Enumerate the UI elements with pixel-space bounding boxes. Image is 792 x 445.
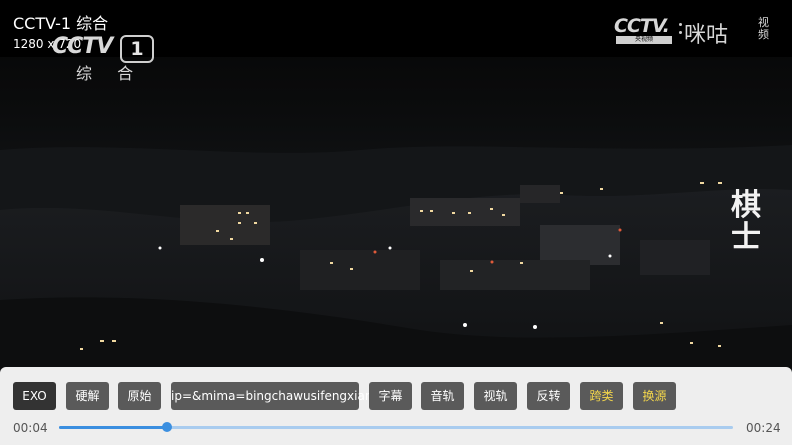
seek-bar-thumb[interactable] — [162, 422, 172, 432]
source-params-button[interactable]: ip=&mima=bingchawusifengxian — [171, 382, 372, 410]
cctv-tagline: 央视频 — [616, 36, 672, 44]
cctv1-station-logo: CCTV 1 综 合 — [50, 33, 156, 83]
decoder-exo-button[interactable]: EXO — [13, 382, 56, 410]
cross-category-button[interactable]: 跨类 — [580, 382, 623, 410]
channel-number-badge: 1 — [120, 35, 154, 63]
migu-suffix-text: 视频 — [758, 16, 769, 41]
subtitle-button[interactable]: 字幕 — [369, 382, 412, 410]
flip-button[interactable]: 反转 — [527, 382, 570, 410]
channel-name-logo: 综 合 — [76, 64, 144, 83]
aspect-original-button[interactable]: 原始 — [118, 382, 161, 410]
channel-title: CCTV-1 综合 — [13, 14, 109, 33]
migu-brand-text: 咪咕 — [684, 23, 729, 48]
video-track-button[interactable]: 视轨 — [474, 382, 517, 410]
elapsed-time: 00:04 — [13, 421, 48, 435]
player-control-panel: EXO 硬解 原始 ip=&mima=bingchawusifengxian 字… — [0, 367, 792, 445]
show-title-calligraphy: 棋士 — [731, 188, 761, 255]
cctv-migu-logo: CCTV. 央视频 咪咕 视频 — [612, 15, 782, 48]
seek-bar-progress — [59, 426, 167, 429]
cctv-logo-text: CCTV — [52, 34, 113, 59]
switch-source-button[interactable]: 换源 — [633, 382, 676, 410]
hardware-decode-button[interactable]: 硬解 — [66, 382, 109, 410]
logo-separator — [679, 23, 682, 37]
total-duration: 00:24 — [746, 421, 781, 435]
audio-track-button[interactable]: 音轨 — [421, 382, 464, 410]
cctv-brand-text: CCTV. — [614, 15, 670, 37]
